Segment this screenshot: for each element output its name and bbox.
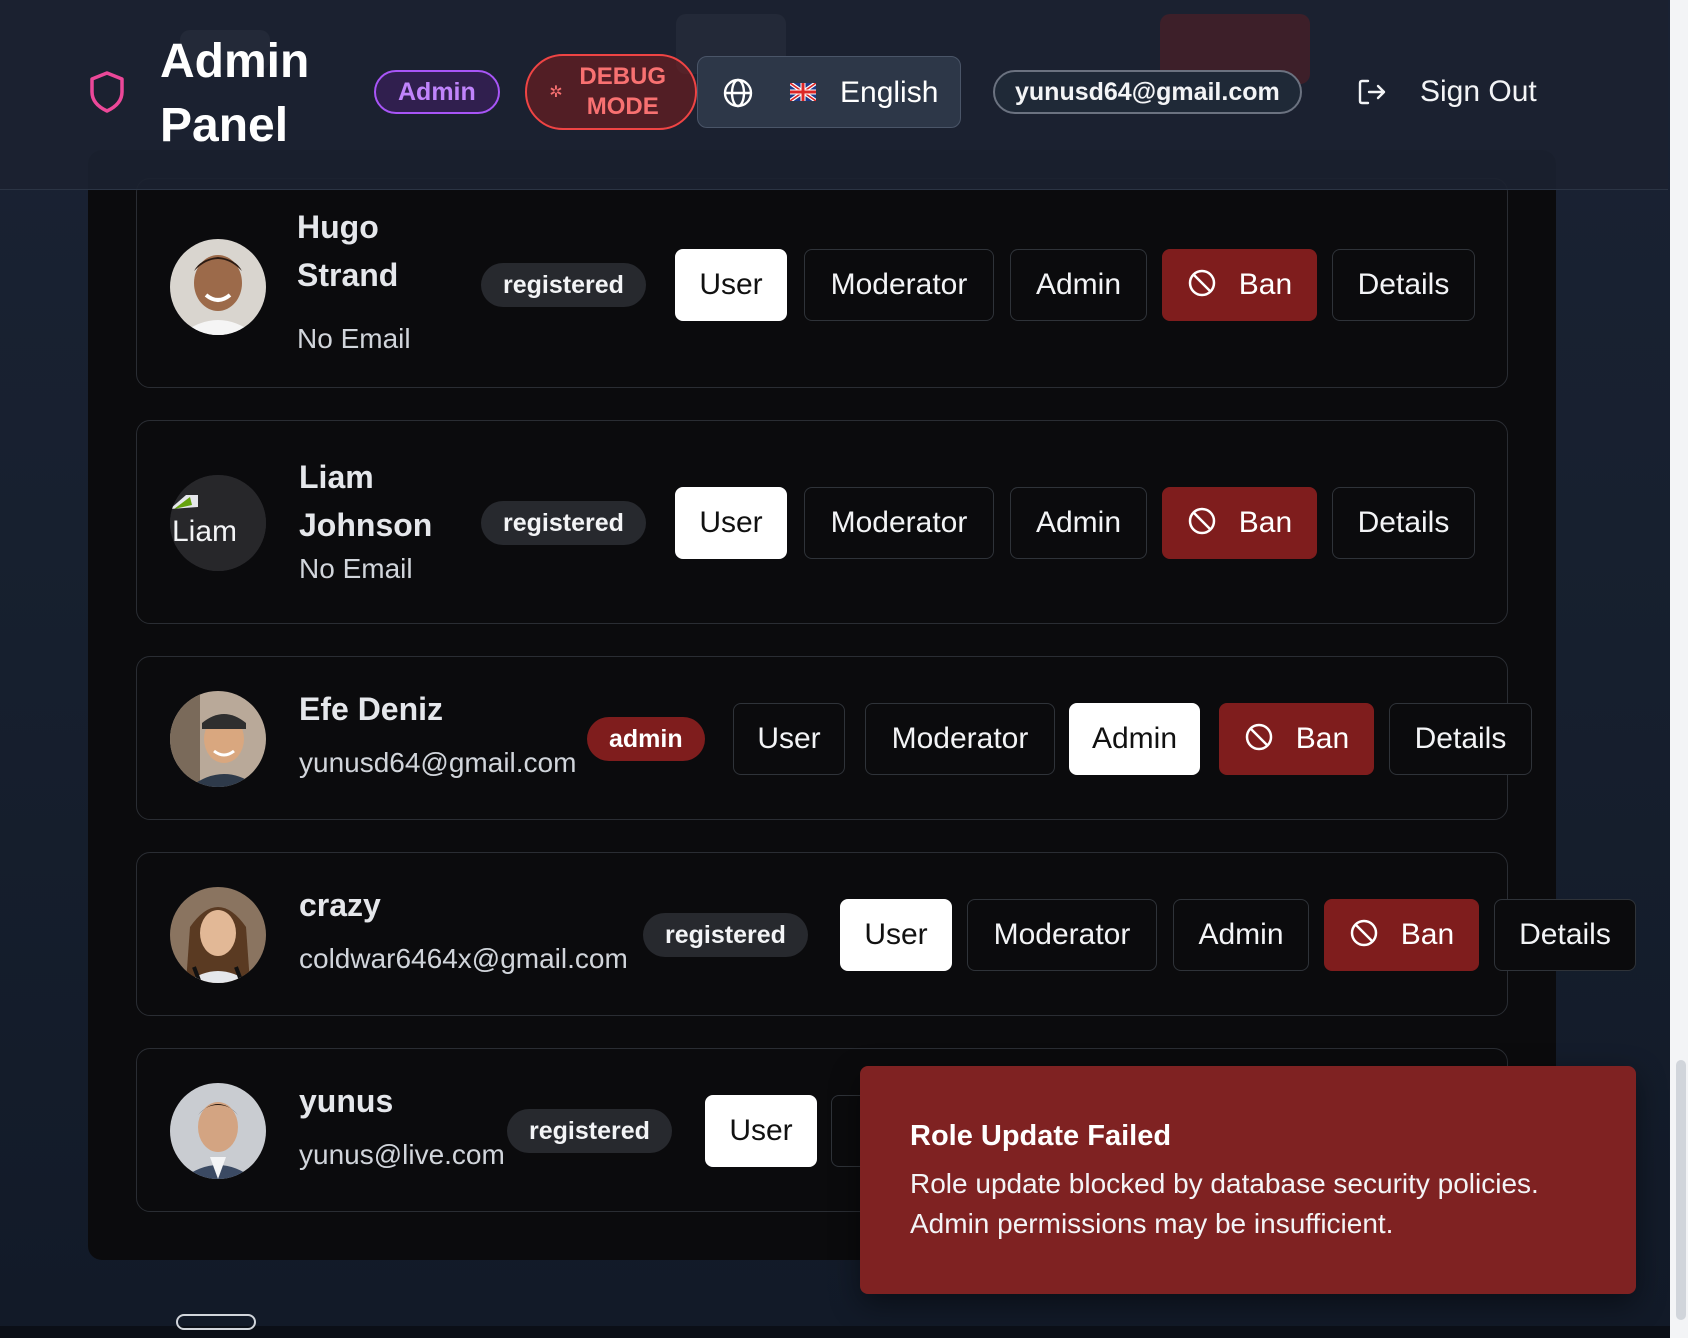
debug-mode-label: DEBUG MODE [579,63,667,120]
page-title: Admin Panel [160,35,310,152]
avatar [170,691,266,787]
user-name: yunus [299,1083,394,1119]
status-badge: admin [587,717,705,761]
role-user-button[interactable]: User [733,703,845,775]
ban-button[interactable]: Ban [1324,899,1479,971]
role-user-button[interactable]: User [705,1095,817,1167]
avatar [170,239,266,335]
error-toast[interactable]: Role Update Failed Role update blocked b… [860,1066,1636,1294]
ban-icon [1350,919,1378,947]
bug-icon: ✲ [549,84,563,101]
ban-label: Ban [1295,722,1350,755]
ban-icon [1245,723,1273,751]
user-email: No Email [297,323,411,354]
user-name: Liam Johnson [299,459,433,543]
user-email: No Email [299,553,413,584]
user-email: yunus@live.com [299,1139,505,1170]
current-user-email: yunusd64@gmail.com [993,70,1302,114]
role-moderator-button[interactable]: Moderator [865,703,1055,775]
user-row: Efe Deniz yunusd64@gmail.com admin User … [136,656,1532,820]
ban-label: Ban [1238,268,1293,301]
role-user-button[interactable]: User [675,487,787,559]
status-badge: registered [507,1109,672,1153]
ban-icon [1188,269,1216,297]
role-moderator-button[interactable]: Moderator [804,249,994,321]
details-button[interactable]: Details [1332,249,1475,321]
user-row: Hugo Strand No Email registered User Mod… [136,178,1508,388]
avatar-alt-text: Liam [172,515,237,548]
toast-message: Role update blocked by database security… [910,1168,1539,1239]
sign-out-icon[interactable] [1356,76,1388,108]
ban-label: Ban [1400,918,1455,951]
ban-button[interactable]: Ban [1162,487,1317,559]
status-badge: registered [643,913,808,957]
role-admin-button[interactable]: Admin [1173,899,1309,971]
home-indicator [176,1314,256,1330]
ban-icon [1188,507,1216,535]
details-button[interactable]: Details [1494,899,1636,971]
ban-button[interactable]: Ban [1162,249,1317,321]
globe-icon [723,78,753,108]
language-selector[interactable]: English [697,56,961,128]
ban-button[interactable]: Ban [1219,703,1374,775]
user-name: crazy [299,887,381,923]
status-badge: registered [481,263,646,307]
details-button[interactable]: Details [1389,703,1532,775]
role-admin-button[interactable]: Admin [1069,703,1200,775]
sign-out-button[interactable]: Sign Out [1420,74,1537,110]
user-name: Hugo Strand [297,209,399,293]
role-admin-button[interactable]: Admin [1010,487,1147,559]
top-header: Admin Panel Admin ✲ DEBUG MODE English y… [0,0,1668,190]
user-row: crazy coldwar6464x@gmail.com registered … [136,852,1636,1016]
user-row: Liam Liam Johnson No Email registered Us… [136,420,1508,624]
language-label: English [840,76,939,109]
role-user-button[interactable]: User [675,249,787,321]
shield-icon [90,71,124,113]
ban-label: Ban [1238,506,1293,539]
user-email: coldwar6464x@gmail.com [299,943,628,974]
user-name: Efe Deniz [299,691,444,727]
scrollbar-thumb[interactable] [1676,1060,1686,1320]
role-admin-button[interactable]: Admin [1010,249,1147,321]
user-email: yunusd64@gmail.com [299,747,577,778]
avatar [170,1083,266,1179]
status-badge: registered [481,501,646,545]
debug-mode-toggle[interactable]: ✲ DEBUG MODE [525,54,697,130]
toast-title: Role Update Failed [910,1120,1172,1152]
uk-flag-icon [790,83,816,101]
role-badge: Admin [374,70,500,114]
avatar [170,887,266,983]
role-user-button[interactable]: User [840,899,952,971]
details-button[interactable]: Details [1332,487,1475,559]
role-moderator-button[interactable]: Moderator [804,487,994,559]
avatar: Liam [170,475,266,571]
role-moderator-button[interactable]: Moderator [967,899,1157,971]
